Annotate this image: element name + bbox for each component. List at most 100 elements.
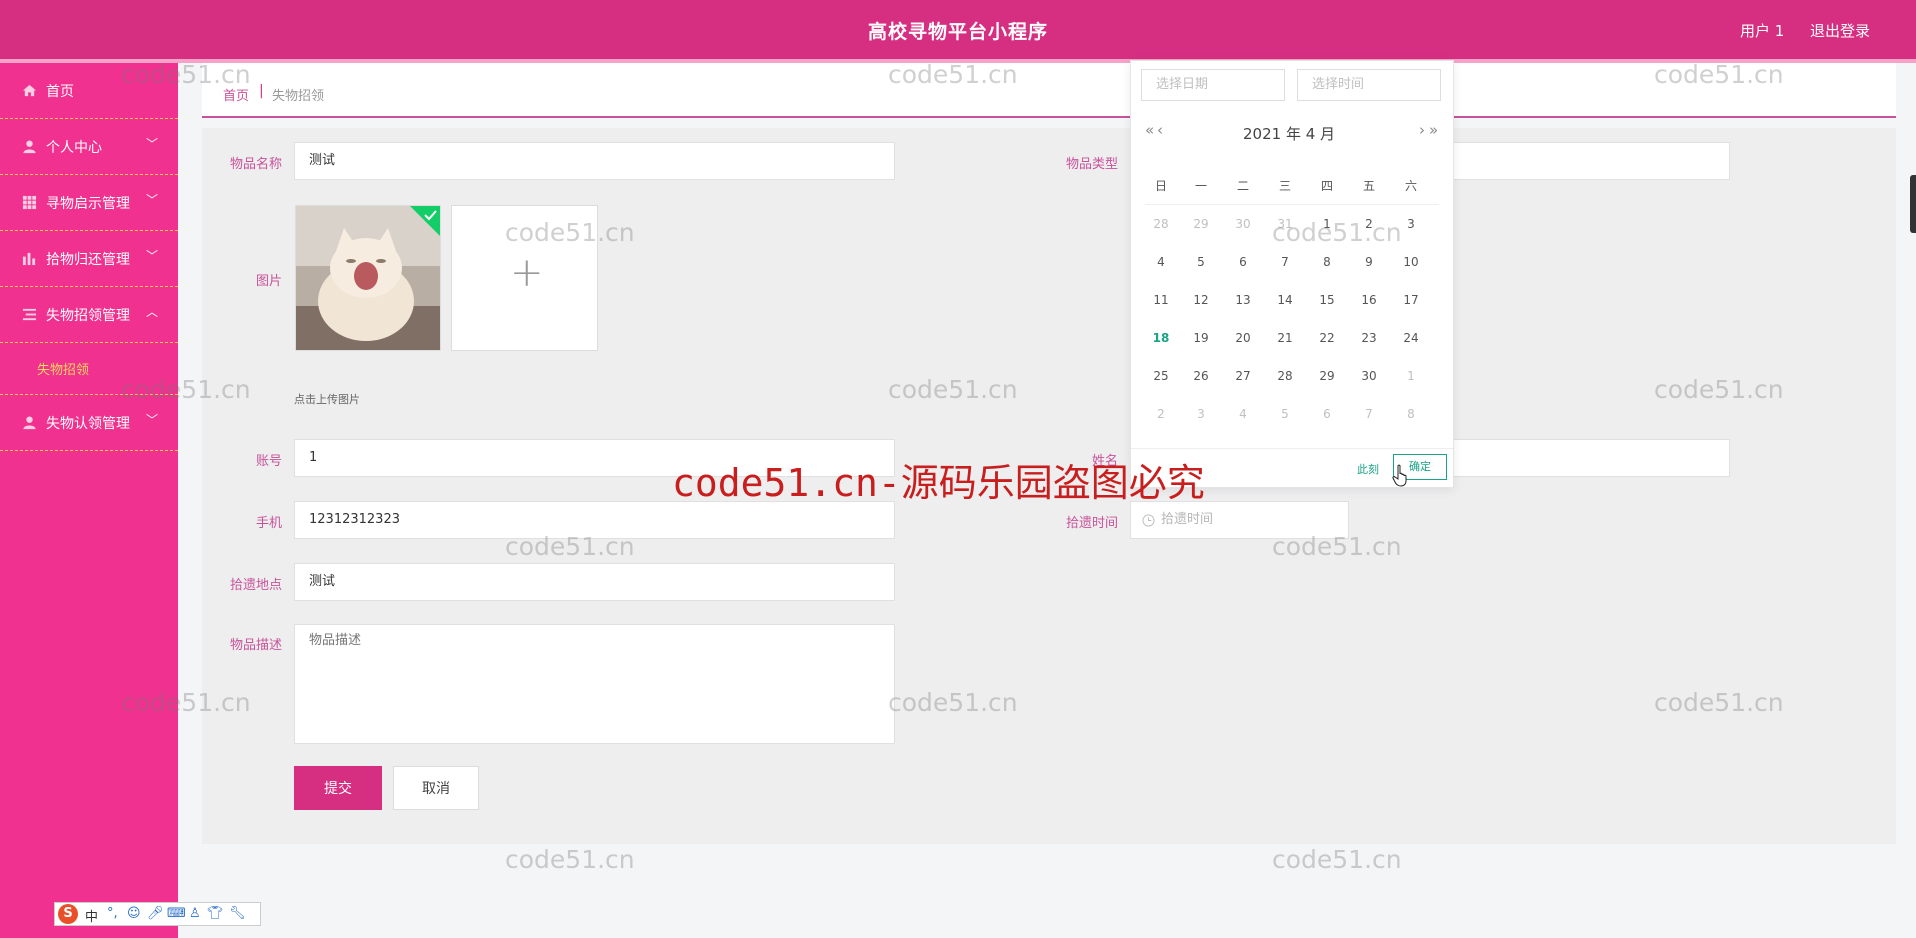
- ime-mode[interactable]: 中: [85, 906, 98, 925]
- calendar-day[interactable]: 28: [1267, 369, 1303, 383]
- ime-logo: S: [58, 904, 78, 924]
- chevron-down-icon: ﹀: [146, 193, 159, 207]
- weekday-header: 五: [1362, 179, 1375, 193]
- calendar-day[interactable]: 28: [1143, 217, 1179, 231]
- calendar-day[interactable]: 26: [1183, 369, 1219, 383]
- name-label: 物品名称: [229, 157, 282, 172]
- weekday-header: 二: [1236, 179, 1249, 193]
- uploaded-image[interactable]: [295, 205, 441, 351]
- calendar-day[interactable]: 6: [1309, 407, 1345, 421]
- calendar-day[interactable]: 2: [1143, 407, 1179, 421]
- calendar-day[interactable]: 8: [1309, 255, 1345, 269]
- calendar-day[interactable]: 18: [1143, 331, 1179, 345]
- watermark-text: code51.cn: [121, 688, 251, 717]
- watermark-text: code51.cn: [888, 688, 1018, 717]
- calendar-day[interactable]: 8: [1393, 407, 1429, 421]
- calendar-day[interactable]: 12: [1183, 293, 1219, 307]
- watermark-text: code51.cn: [1272, 845, 1402, 874]
- place-field[interactable]: 测试: [294, 563, 895, 601]
- weekday-header: 六: [1404, 179, 1417, 193]
- pickup-time-label: 拾遗时间: [1065, 516, 1118, 531]
- calendar-day[interactable]: 19: [1183, 331, 1219, 345]
- calendar-day[interactable]: 11: [1143, 293, 1179, 307]
- calendar-day[interactable]: 14: [1267, 293, 1303, 307]
- user-icon: [23, 140, 36, 154]
- month-label: 2021 年 4 月: [1243, 125, 1336, 143]
- watermark-text: code51.cn: [505, 532, 635, 561]
- watermark-text: code51.cn: [1272, 218, 1402, 247]
- current-user[interactable]: 用户 1: [1740, 20, 1784, 41]
- picker-date-input[interactable]: 选择日期: [1141, 69, 1285, 101]
- name-field[interactable]: 测试: [294, 142, 895, 180]
- next-year-icon[interactable]: »: [1429, 121, 1438, 139]
- sidebar-item-return[interactable]: 拾物归还管理 ﹀: [0, 231, 178, 287]
- watermark-text: code51.cn: [505, 845, 635, 874]
- calendar-day[interactable]: 23: [1351, 331, 1387, 345]
- calendar-day[interactable]: 24: [1393, 331, 1429, 345]
- calendar-day[interactable]: 22: [1309, 331, 1345, 345]
- calendar-day[interactable]: 10: [1393, 255, 1429, 269]
- cancel-button[interactable]: 取消: [393, 766, 479, 810]
- scrollbar-handle[interactable]: [1910, 175, 1916, 233]
- sidebar-item-search-notice[interactable]: 寻物启示管理 ﹀: [0, 175, 178, 231]
- calendar-day[interactable]: 5: [1183, 255, 1219, 269]
- calendar-day[interactable]: 4: [1225, 407, 1261, 421]
- calendar-day[interactable]: 15: [1309, 293, 1345, 307]
- plus-icon: +: [510, 250, 544, 296]
- watermark-text: code51.cn: [1654, 375, 1784, 404]
- calendar-day[interactable]: 9: [1351, 255, 1387, 269]
- skin-icon[interactable]: 👕︎: [207, 906, 224, 921]
- logout-button[interactable]: 退出登录: [1810, 20, 1870, 41]
- type-label: 物品类型: [1065, 157, 1118, 172]
- calendar-day[interactable]: 29: [1183, 217, 1219, 231]
- calendar-day[interactable]: 7: [1267, 255, 1303, 269]
- submit-button[interactable]: 提交: [294, 766, 382, 810]
- calendar-day[interactable]: 30: [1351, 369, 1387, 383]
- sidebar-item-label: 失物认领管理: [46, 416, 130, 432]
- sidebar-item-label: 寻物启示管理: [46, 196, 130, 212]
- calendar-day[interactable]: 6: [1225, 255, 1261, 269]
- emoji-icon[interactable]: ☺: [127, 906, 141, 921]
- weekday-header: 三: [1278, 179, 1291, 193]
- sidebar-item-lost-found[interactable]: 失物招领管理 ︿: [0, 287, 178, 343]
- calendar-day[interactable]: 4: [1143, 255, 1179, 269]
- success-check-icon: [410, 206, 440, 236]
- settings-wrench-icon[interactable]: 🔧︎: [229, 906, 246, 921]
- prev-month-icon[interactable]: ‹: [1157, 121, 1163, 139]
- copyright-banner: code51.cn-源码乐园盗图必究: [672, 461, 1205, 505]
- calendar-day[interactable]: 16: [1351, 293, 1387, 307]
- calendar-day[interactable]: 25: [1143, 369, 1179, 383]
- chevron-down-icon: ﹀: [146, 137, 159, 151]
- weekday-header: 四: [1320, 179, 1333, 193]
- watermark-text: code51.cn: [888, 60, 1018, 89]
- calendar-day[interactable]: 20: [1225, 331, 1261, 345]
- calendar-day[interactable]: 29: [1309, 369, 1345, 383]
- calendar-day[interactable]: 21: [1267, 331, 1303, 345]
- punctuation-icon[interactable]: °,: [107, 906, 118, 921]
- sidebar-item-personal-center[interactable]: 个人中心 ﹀: [0, 119, 178, 175]
- calendar-day[interactable]: 7: [1351, 407, 1387, 421]
- phone-label: 手机: [255, 516, 282, 531]
- account-label: 账号: [255, 454, 282, 469]
- next-month-icon[interactable]: ›: [1419, 121, 1425, 139]
- now-button[interactable]: 此刻: [1357, 461, 1379, 477]
- watermark-text: code51.cn: [1654, 688, 1784, 717]
- watermark-text: code51.cn: [888, 375, 1018, 404]
- keyboard-icon[interactable]: ⌨: [167, 906, 186, 921]
- calendar-day[interactable]: 1: [1393, 369, 1429, 383]
- calendar-day[interactable]: 3: [1183, 407, 1219, 421]
- calendar-day[interactable]: 13: [1225, 293, 1261, 307]
- microphone-icon[interactable]: 🎤︎: [147, 906, 164, 921]
- calendar-day[interactable]: 5: [1267, 407, 1303, 421]
- person-icon[interactable]: ♙: [189, 906, 201, 921]
- prev-year-icon[interactable]: «: [1145, 121, 1154, 139]
- description-field[interactable]: [294, 624, 895, 744]
- picker-time-input[interactable]: 选择时间: [1297, 69, 1441, 101]
- ime-toolbar[interactable]: S 中 °, ☺ 🎤︎ ⌨ ♙ 👕︎ 🔧︎: [54, 902, 261, 926]
- calendar-day[interactable]: 30: [1225, 217, 1261, 231]
- calendar-day[interactable]: 27: [1225, 369, 1261, 383]
- sidebar-subitem-label: 失物招领: [37, 363, 90, 378]
- hand-cursor-icon: [1392, 464, 1407, 487]
- calendar-day[interactable]: 17: [1393, 293, 1429, 307]
- grid-icon: [22, 195, 37, 210]
